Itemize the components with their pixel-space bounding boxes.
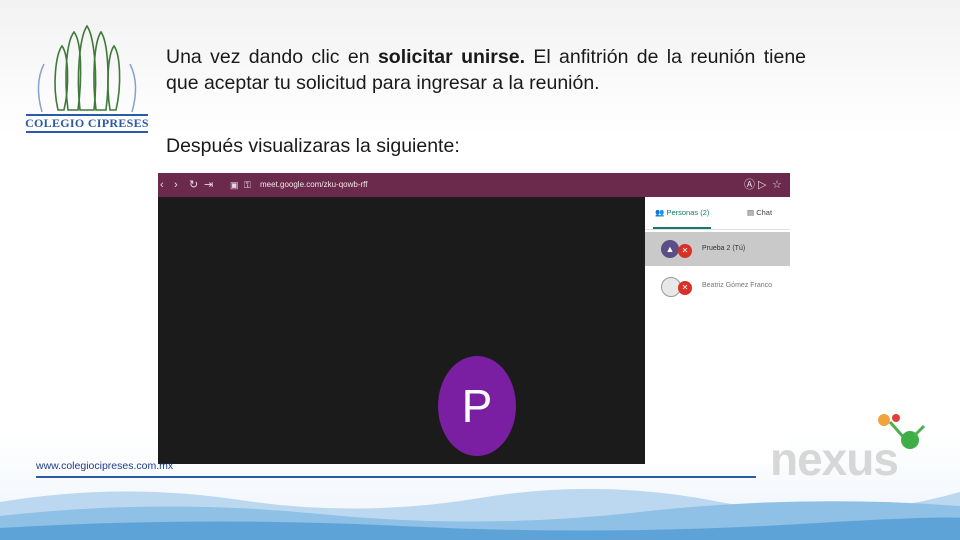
logo-text: COLEGIO CIPRESES	[25, 116, 149, 130]
logo-divider	[26, 131, 148, 133]
browser-toolbar: ‹ › ↻ ⇥ ▣ ⚿ meet.google.com/zku-qowb-rff…	[158, 173, 790, 197]
cypress-trees-logo-icon	[37, 24, 137, 113]
tab-people[interactable]: 👥 Personas (2)	[655, 205, 709, 221]
participant-name: Beatriz Gómez Franco	[702, 282, 773, 289]
participant-row[interactable]: ▲ ✕ Prueba 2 (Tú)	[645, 232, 790, 266]
address-bar-url[interactable]: meet.google.com/zku-qowb-rff	[260, 179, 367, 191]
participant-avatar-large: P	[438, 356, 516, 456]
mic-off-icon: ✕	[678, 244, 692, 258]
play-icon[interactable]: ▷	[758, 178, 766, 192]
back-icon[interactable]: ‹	[160, 178, 164, 192]
video-area	[158, 197, 645, 464]
footer-website[interactable]: www.colegiocipreses.com.mx	[36, 460, 173, 472]
instruction-paragraph: Una vez dando clic en solicitar unirse. …	[166, 44, 806, 96]
mic-off-icon: ✕	[678, 281, 692, 295]
footer-divider	[36, 476, 756, 478]
forward-icon[interactable]: ›	[174, 178, 178, 192]
meet-screenshot: ‹ › ↻ ⇥ ▣ ⚿ meet.google.com/zku-qowb-rff…	[158, 173, 790, 464]
tab-divider	[645, 229, 790, 230]
star-icon[interactable]: ☆	[772, 178, 782, 192]
chat-icon: ▤	[747, 208, 755, 217]
nexus-molecule-icon	[878, 414, 926, 449]
paragraph-text: Una vez dando clic en	[166, 46, 378, 68]
open-tab-icon[interactable]: ⇥	[204, 178, 213, 192]
people-panel: 👥 Personas (2) ▤ Chat ▲ ✕ Prueba 2 (Tú) …	[645, 197, 790, 464]
people-icon: 👥	[655, 208, 665, 217]
participant-row[interactable]: ✕ Beatriz Gómez Franco	[645, 269, 790, 303]
site-info-icon[interactable]: ⚿	[244, 178, 251, 192]
paragraph-bold-text: solicitar unirse.	[377, 46, 526, 68]
reload-icon[interactable]: ↻	[189, 178, 198, 192]
tab-people-label: Personas (2)	[666, 208, 710, 217]
lock-icon: ▣	[230, 180, 239, 190]
instruction-line: Después visualizaras la siguiente:	[166, 135, 460, 157]
reader-icon[interactable]: Ⓐ	[744, 178, 755, 192]
nexus-logo: nexus	[770, 412, 930, 484]
school-logo: COLEGIO CIPRESES	[24, 24, 150, 136]
tab-chat-label: Chat	[756, 208, 773, 217]
participant-avatar: ▲	[661, 240, 679, 258]
participant-name: Prueba 2 (Tú)	[702, 245, 746, 252]
tab-chat[interactable]: ▤ Chat	[747, 205, 772, 221]
decorative-wave	[0, 488, 960, 540]
